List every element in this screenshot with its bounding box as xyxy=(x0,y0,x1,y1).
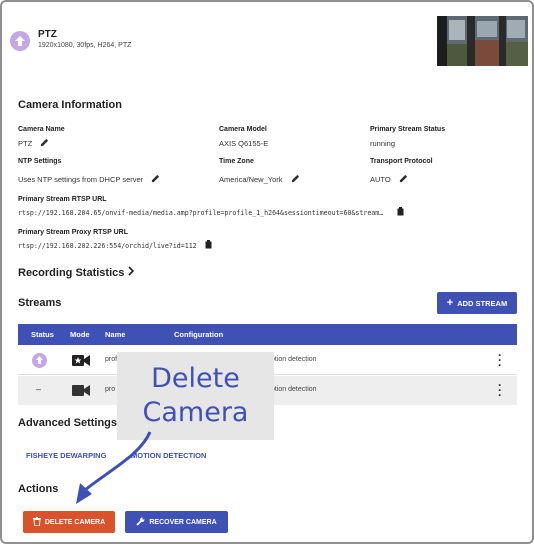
add-stream-button[interactable]: + ADD STREAM xyxy=(437,292,517,314)
recover-camera-button[interactable]: RECOVER CAMERA xyxy=(125,511,228,533)
camera-model-label: Camera Model xyxy=(219,126,267,133)
camera-subtitle: 1920x1080, 30fps, H264, PTZ xyxy=(38,42,132,49)
column-mode: Mode xyxy=(70,330,90,339)
time-zone-label: Time Zone xyxy=(219,158,254,165)
callout-text: Delete Camera xyxy=(117,362,274,430)
chevron-right-icon xyxy=(128,266,135,279)
transport-protocol-label: Transport Protocol xyxy=(370,158,433,165)
recording-statistics-label: Recording Statistics xyxy=(18,266,125,279)
stream-name: pro xyxy=(105,386,116,393)
rtsp-url-value: rtsp://192.168.204.65/onvif-media/media.… xyxy=(18,207,404,218)
callout-line-2: Camera xyxy=(142,397,249,428)
add-stream-label: ADD STREAM xyxy=(457,298,508,308)
stream-status-dash: – xyxy=(36,384,42,394)
proxy-url-value: rtsp://192.168.202.226:554/orchid/live?i… xyxy=(18,240,212,251)
streams-heading: Streams xyxy=(18,297,62,309)
stream-configuration: otion detection xyxy=(271,386,317,393)
column-status: Status xyxy=(31,330,54,339)
copy-proxy-icon[interactable] xyxy=(205,240,212,251)
proxy-url-label: Primary Stream Proxy RTSP URL xyxy=(18,229,128,236)
wrench-icon xyxy=(136,517,145,528)
recording-statistics-link[interactable]: Recording Statistics xyxy=(18,266,135,279)
callout-line-1: Delete xyxy=(151,363,240,394)
stream-status-value: running xyxy=(370,139,396,148)
more-vert-icon[interactable]: · · · xyxy=(497,349,503,371)
camera-title: PTZ xyxy=(38,29,57,40)
time-zone-text: America/New_York xyxy=(219,175,283,184)
recover-camera-label: RECOVER CAMERA xyxy=(149,518,217,526)
camera-information-heading: Camera Information xyxy=(18,99,122,111)
rtsp-url-label: Primary Stream RTSP URL xyxy=(18,196,107,203)
trash-icon xyxy=(32,516,41,528)
camera-name-text: PTZ xyxy=(18,139,33,148)
motion-detection-link[interactable]: MOTION DETECTION xyxy=(131,451,206,460)
stream-configuration: otion detection xyxy=(271,356,317,363)
up-arrow-circle-icon xyxy=(32,353,47,370)
column-configuration: Configuration xyxy=(174,330,224,339)
camera-name-label: Camera Name xyxy=(18,126,65,133)
delete-camera-callout: Delete Camera xyxy=(117,352,274,440)
ntp-settings-label: NTP Settings xyxy=(18,158,62,165)
ntp-settings-text: Uses NTP settings from DHCP server xyxy=(18,175,144,184)
camera-thumbnail[interactable] xyxy=(437,16,528,66)
ntp-settings-value: Uses NTP settings from DHCP server xyxy=(18,174,160,185)
delete-camera-label: DELETE CAMERA xyxy=(44,518,106,526)
column-name: Name xyxy=(105,330,126,339)
camera-status-icon xyxy=(10,31,30,51)
streams-table-header: Status Mode Name Configuration xyxy=(18,324,517,345)
camera-model-value: AXIS Q6155-E xyxy=(219,139,269,148)
edit-time-zone-icon[interactable] xyxy=(291,174,300,185)
transport-protocol-text: AUTO xyxy=(370,175,391,184)
proxy-url-text: rtsp://192.168.202.226:554/orchid/live?i… xyxy=(18,241,197,250)
stream-status-label: Primary Stream Status xyxy=(370,126,446,133)
actions-heading: Actions xyxy=(18,483,59,495)
delete-camera-button[interactable]: DELETE CAMERA xyxy=(23,511,115,533)
edit-transport-icon[interactable] xyxy=(399,174,408,185)
plus-icon: + xyxy=(446,297,454,309)
advanced-settings-heading: Advanced Settings xyxy=(18,417,118,429)
copy-rtsp-icon[interactable] xyxy=(397,207,404,218)
stream-name: prof xyxy=(105,356,118,363)
rtsp-url-text: rtsp://192.168.204.65/onvif-media/media.… xyxy=(18,208,384,217)
edit-ntp-icon[interactable] xyxy=(151,174,160,185)
video-camera-active-icon xyxy=(72,354,90,369)
more-vert-icon[interactable]: · · · xyxy=(497,379,503,401)
camera-name-value: PTZ xyxy=(18,138,49,149)
time-zone-value: America/New_York xyxy=(219,174,300,185)
video-camera-icon xyxy=(72,384,90,399)
transport-protocol-value: AUTO xyxy=(370,174,408,185)
fisheye-dewarping-link[interactable]: FISHEYE DEWARPING xyxy=(26,451,106,460)
edit-camera-name-icon[interactable] xyxy=(40,138,49,149)
